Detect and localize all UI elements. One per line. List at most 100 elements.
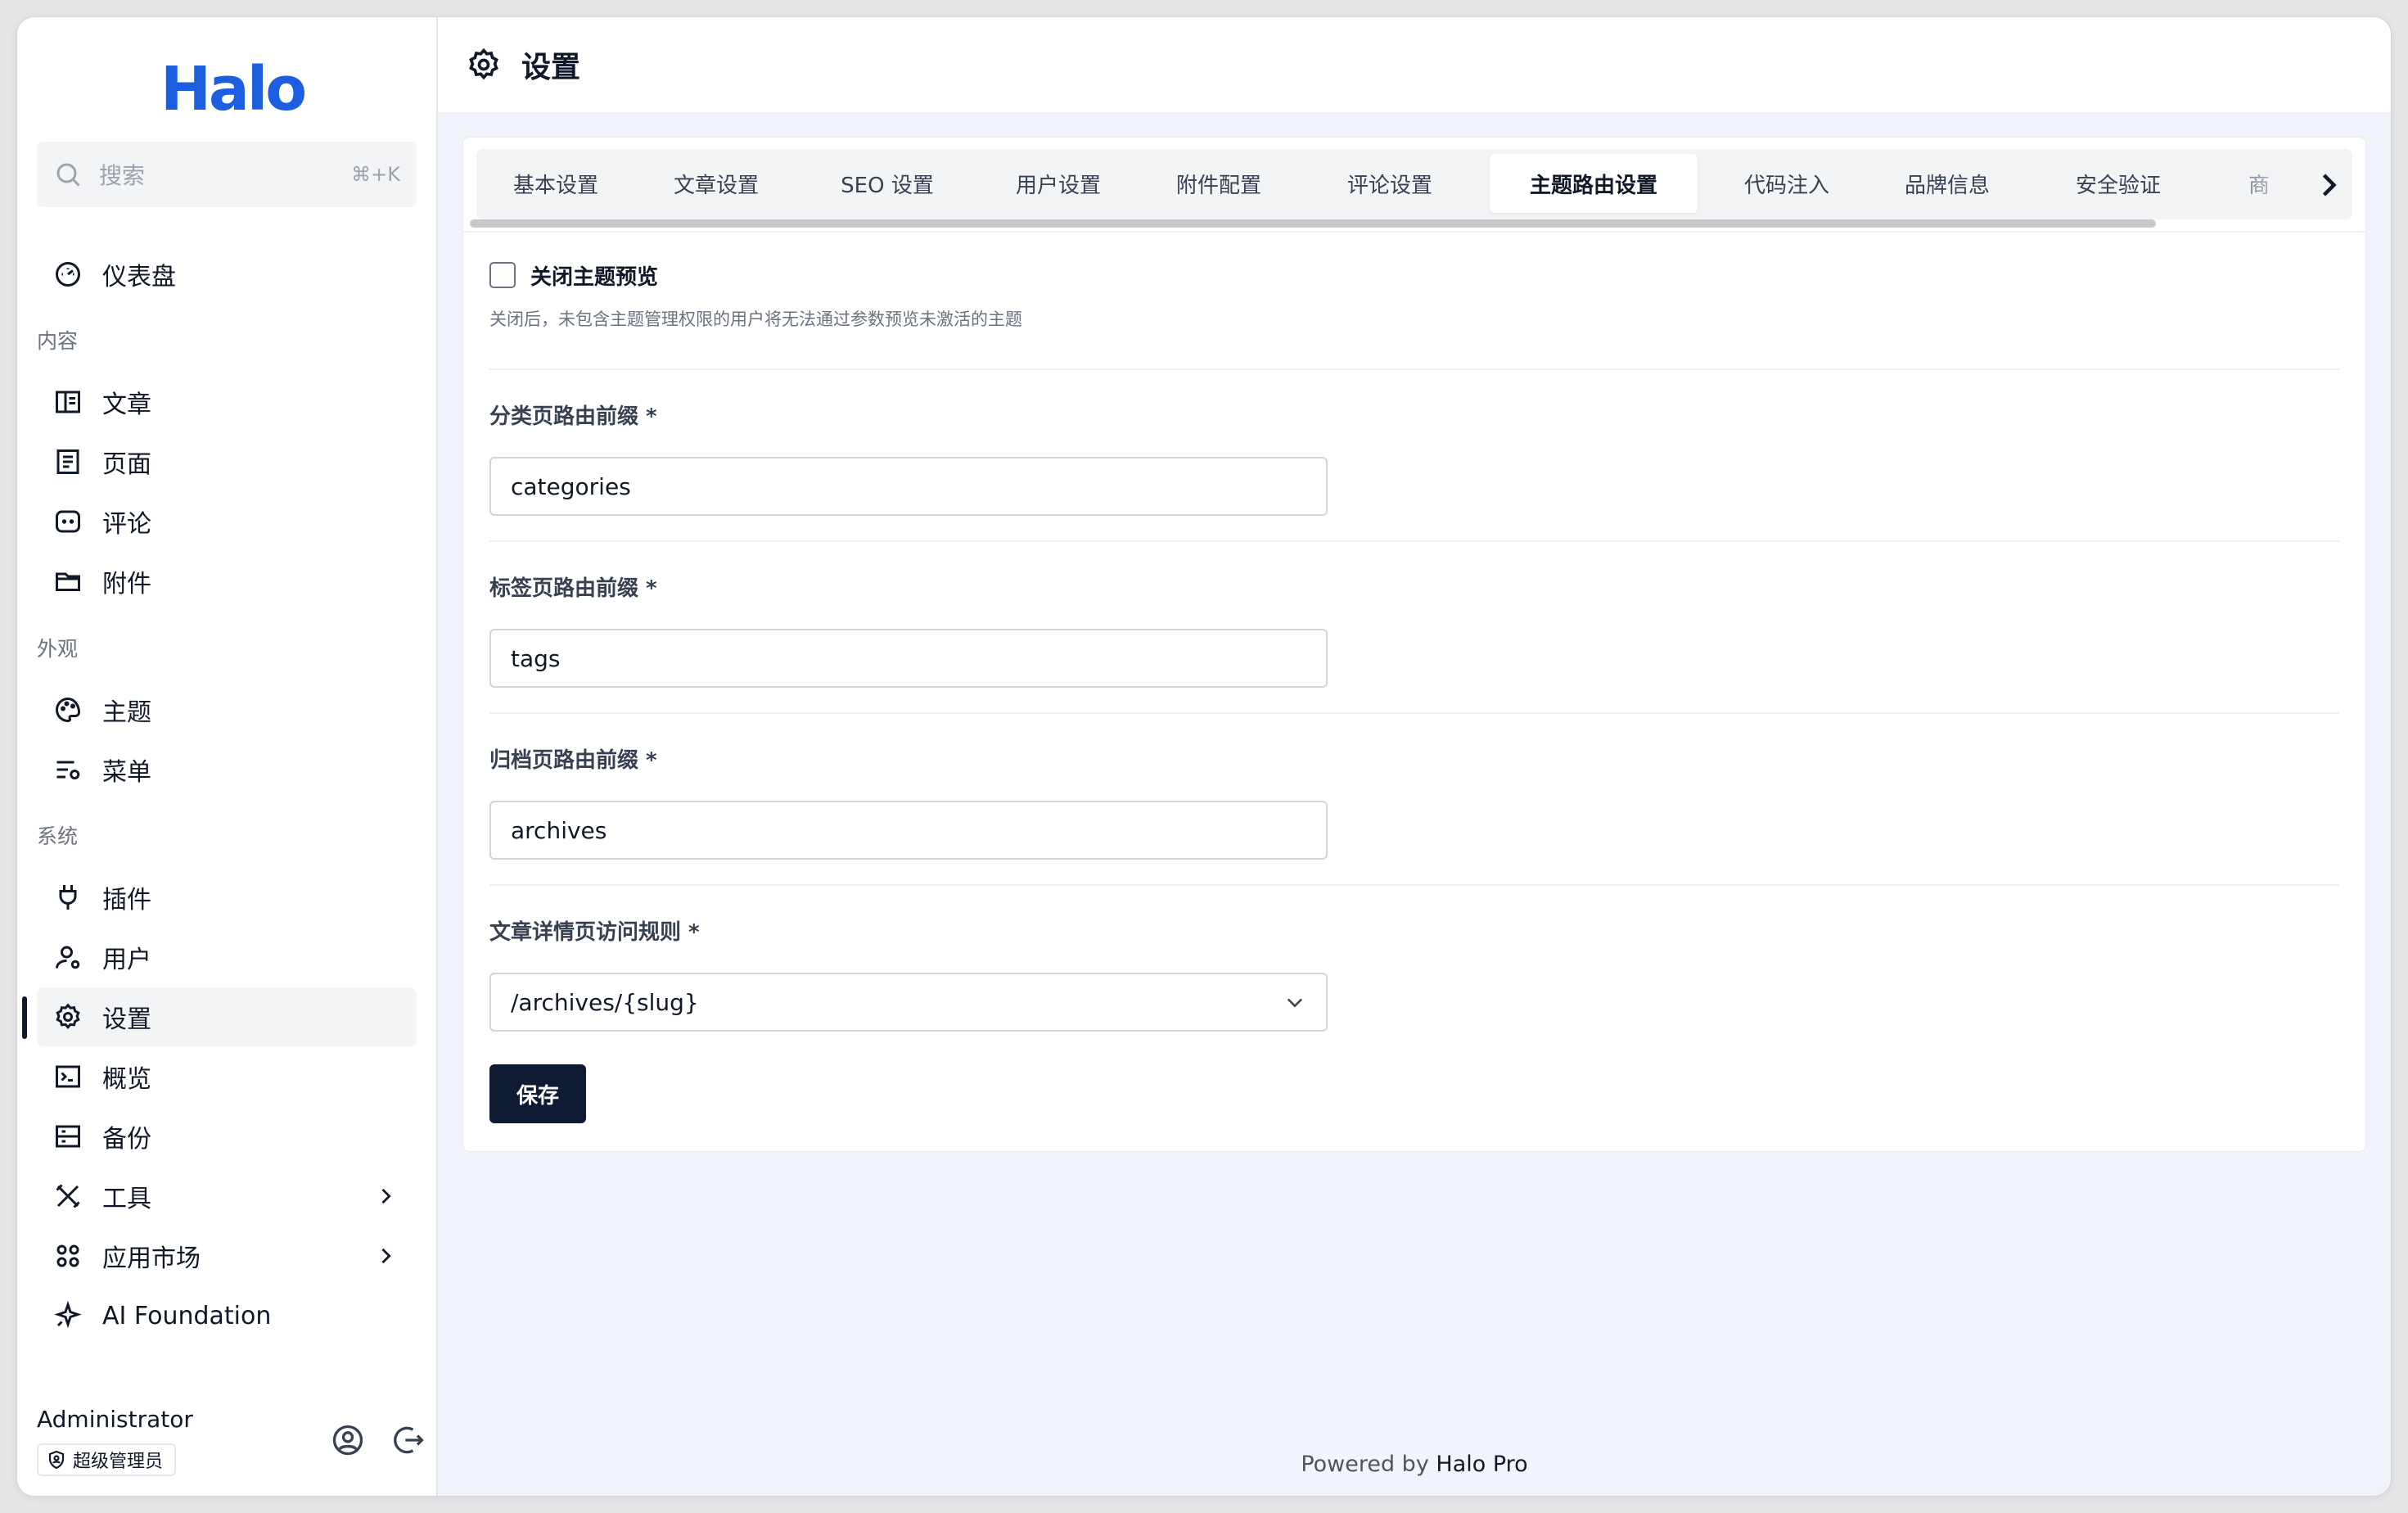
role-label: 超级管理员 [73, 1452, 164, 1472]
sidebar-section-appearance: 外观 [37, 637, 79, 661]
sidebar-item-app-market[interactable]: 应用市场 [37, 1226, 417, 1285]
tab-code-injection[interactable]: 代码注入 [1716, 154, 1858, 213]
post-rule-select[interactable]: /archives/{slug} [489, 973, 1328, 1032]
sidebar-section-content: 内容 [37, 329, 79, 353]
sidebar-item-label: 设置 [102, 1005, 151, 1034]
menu-settings-icon [56, 761, 80, 779]
sidebar-item-settings[interactable]: 设置 [37, 987, 417, 1046]
page-title: 设置 [521, 51, 581, 84]
tab-security[interactable]: 安全验证 [2036, 154, 2200, 213]
sidebar-item-backup[interactable]: 备份 [37, 1107, 417, 1166]
tab-brand[interactable]: 品牌信息 [1876, 154, 2018, 213]
sidebar-item-label: 文章 [102, 391, 151, 419]
sidebar-item-label: 用户 [102, 946, 151, 974]
sidebar-item-attachments[interactable]: 附件 [37, 552, 417, 611]
palette-icon [56, 697, 81, 723]
sidebar-item-label: 应用市场 [102, 1244, 201, 1273]
sidebar-item-label: 页面 [102, 450, 151, 479]
sidebar-item-label: 评论 [102, 510, 151, 539]
sidebar-item-users[interactable]: 用户 [37, 928, 417, 987]
tab-seo[interactable]: SEO 设置 [805, 154, 969, 213]
comments-icon [56, 510, 80, 533]
powered-prefix: Powered by [1301, 1452, 1436, 1477]
halo-logo[interactable]: Halo [160, 48, 307, 130]
chevron-right-icon[interactable] [2313, 170, 2343, 200]
sidebar-item-tools[interactable]: 工具 [37, 1167, 417, 1226]
sidebar-item-dashboard[interactable]: 仪表盘 [37, 245, 417, 304]
user-icon [56, 946, 80, 969]
divider [489, 884, 2339, 886]
settings-card: 基本设置 文章设置 SEO 设置 用户设置 附件配置 评论设置 主题路由设置 代… [462, 137, 2366, 1152]
sidebar-item-themes[interactable]: 主题 [37, 680, 417, 739]
sidebar-item-label: 备份 [102, 1125, 151, 1154]
post-rule-value: /archives/{slug} [511, 988, 699, 1016]
tabs-scrollbar[interactable] [470, 219, 2156, 228]
dashboard-icon [56, 262, 80, 287]
chevron-down-icon [1287, 998, 1303, 1008]
tab-basic[interactable]: 基本设置 [485, 154, 627, 213]
app-window: Halo 搜索 ⌘+K 仪表盘 内容 文章 页面 评论 附件 外观 主题 菜单 … [16, 16, 2392, 1497]
sidebar-item-label: 工具 [102, 1185, 151, 1213]
divider [489, 712, 2339, 714]
powered-by: Powered by Halo Pro [438, 1452, 2391, 1477]
role-badge: 超级管理员 [37, 1443, 177, 1476]
sidebar-item-label: 插件 [102, 886, 151, 915]
sidebar-item-label: 菜单 [102, 758, 151, 787]
active-indicator [22, 996, 27, 1039]
sidebar-item-overview[interactable]: 概览 [37, 1047, 417, 1106]
shield-icon [48, 1450, 65, 1470]
backup-icon [56, 1125, 80, 1148]
archive-prefix-label: 归档页路由前缀 * [489, 748, 657, 773]
search-shortcut: ⌘+K [351, 163, 400, 186]
tab-theme-route[interactable]: 主题路由设置 [1490, 154, 1698, 213]
disable-preview-checkbox[interactable] [489, 262, 516, 288]
disable-preview-label: 关闭主题预览 [530, 265, 659, 290]
post-rule-label: 文章详情页访问规则 * [489, 920, 700, 945]
search-input[interactable]: 搜索 ⌘+K [37, 142, 417, 207]
sidebar-section-system: 系统 [37, 824, 79, 848]
sidebar-item-label: 主题 [102, 698, 151, 727]
divider [489, 540, 2339, 542]
tab-user[interactable]: 用户设置 [987, 154, 1130, 213]
search-icon [56, 163, 80, 187]
tab-post[interactable]: 文章设置 [645, 154, 787, 213]
pages-icon [56, 449, 79, 474]
category-prefix-input[interactable] [489, 457, 1328, 516]
sidebar-item-comments[interactable]: 评论 [37, 492, 417, 551]
tools-icon [56, 1184, 80, 1208]
save-button[interactable]: 保存 [489, 1064, 586, 1123]
sidebar-item-posts[interactable]: 文章 [37, 373, 417, 431]
user-name: Administrator [37, 1406, 193, 1433]
sidebar: Halo 搜索 ⌘+K 仪表盘 内容 文章 页面 评论 附件 外观 主题 菜单 … [17, 17, 438, 1496]
sidebar-item-menus[interactable]: 菜单 [37, 740, 417, 799]
sidebar-item-ai-foundation[interactable]: AI Foundation [37, 1286, 417, 1345]
settings-tabs: 基本设置 文章设置 SEO 设置 用户设置 附件配置 评论设置 主题路由设置 代… [463, 138, 2365, 233]
plug-icon [59, 885, 77, 910]
sparkle-icon [54, 1301, 82, 1329]
tag-prefix-input[interactable] [489, 629, 1328, 688]
sidebar-item-pages[interactable]: 页面 [37, 432, 417, 491]
disable-preview-help: 关闭后，未包含主题管理权限的用户将无法通过参数预览未激活的主题 [489, 309, 1022, 329]
archive-prefix-input[interactable] [489, 801, 1328, 860]
category-prefix-label: 分类页路由前缀 * [489, 404, 657, 429]
tab-attachment[interactable]: 附件配置 [1148, 154, 1290, 213]
page-header: 设置 [438, 17, 2391, 112]
logout-icon[interactable] [390, 1422, 426, 1458]
sidebar-item-plugins[interactable]: 插件 [37, 868, 417, 927]
tab-comment[interactable]: 评论设置 [1308, 154, 1472, 213]
powered-brand-link[interactable]: Halo Pro [1436, 1452, 1527, 1477]
tag-prefix-label: 标签页路由前缀 * [489, 576, 657, 601]
divider [489, 368, 2339, 370]
chevron-right-icon [381, 1188, 391, 1204]
chevron-right-icon [381, 1248, 391, 1264]
terminal-icon [56, 1065, 80, 1088]
gear-icon [56, 1003, 80, 1030]
search-placeholder: 搜索 [99, 162, 146, 189]
gear-icon [469, 47, 498, 80]
apps-icon [56, 1244, 79, 1267]
folder-icon [56, 572, 80, 591]
profile-icon[interactable] [330, 1422, 366, 1458]
sidebar-item-label: 概览 [102, 1065, 151, 1094]
sidebar-item-label: 附件 [102, 570, 151, 598]
posts-icon [56, 391, 80, 413]
